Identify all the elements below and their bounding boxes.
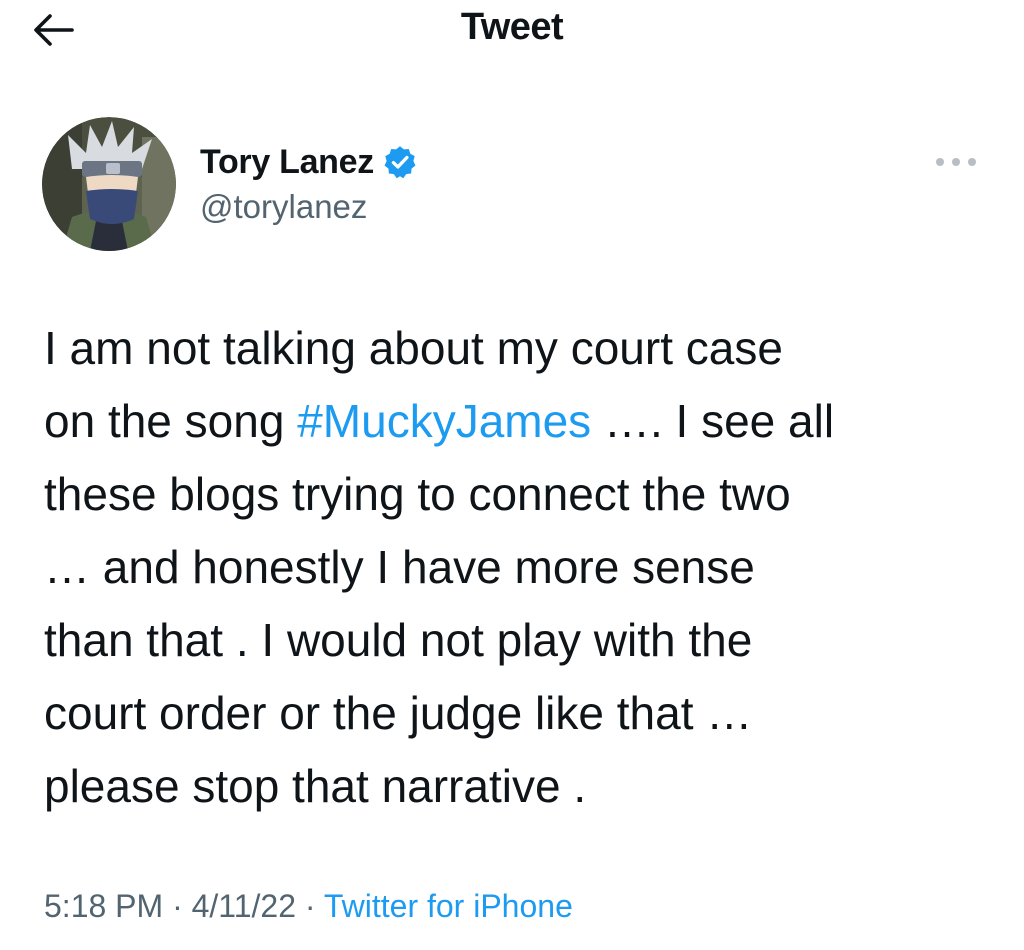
avatar[interactable]: [42, 117, 176, 251]
meta-separator: ·: [163, 888, 192, 924]
tweet-date[interactable]: 4/11/22: [192, 888, 296, 924]
author-handle[interactable]: @torylanez: [200, 188, 367, 226]
tweet-line: on the song #MuckyJames …. I see all: [44, 385, 984, 458]
tweet-text: I am not talking about my court case on …: [44, 312, 984, 823]
author-name[interactable]: Tory Lanez: [200, 143, 374, 182]
tweet-text-segment: on the song: [44, 395, 298, 447]
tweet-metadata: 5:18 PM · 4/11/22 · Twitter for iPhone: [44, 888, 573, 925]
top-bar: Tweet: [0, 0, 1024, 60]
verified-badge-icon: [384, 146, 416, 179]
tweet-text-segment: …. I see all: [591, 395, 835, 447]
more-horizontal-icon: [936, 158, 976, 166]
hashtag-link[interactable]: #MuckyJames: [297, 395, 591, 447]
tweet-line: court order or the judge like that …: [44, 687, 753, 739]
tweet-line: than that . I would not play with the: [44, 614, 753, 666]
more-options-button[interactable]: [932, 148, 980, 176]
author-row: Tory Lanez: [200, 140, 418, 184]
tweet-line: … and honestly I have more sense: [44, 541, 755, 593]
page-title: Tweet: [460, 6, 564, 48]
tweet-line: please stop that narrative .: [44, 760, 587, 812]
tweet-line: these blogs trying to connect the two: [44, 468, 791, 520]
meta-separator: ·: [296, 888, 324, 924]
tweet-time[interactable]: 5:18 PM: [44, 888, 163, 924]
tweet-source-link[interactable]: Twitter for iPhone: [324, 888, 573, 924]
tweet-line: I am not talking about my court case: [44, 322, 783, 374]
